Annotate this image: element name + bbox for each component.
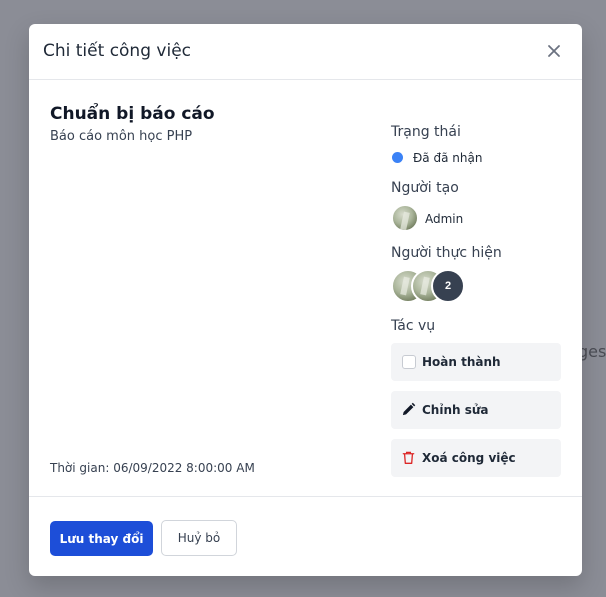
task-description: Báo cáo môn học PHP: [50, 129, 193, 144]
save-changes-button[interactable]: Lưu thay đổi: [50, 521, 153, 556]
complete-button[interactable]: Hoàn thành: [391, 343, 561, 381]
task-title: Chuẩn bị báo cáo: [50, 104, 215, 124]
actions-label: Tác vụ: [391, 318, 436, 334]
creator-avatar: [391, 204, 419, 232]
delete-task-button[interactable]: Xoá công việc: [391, 439, 561, 477]
pencil-icon: [402, 402, 416, 416]
creator-label: Người tạo: [391, 180, 459, 196]
complete-button-label: Hoàn thành: [422, 355, 501, 369]
background-partial-text: ges: [578, 342, 606, 361]
edit-button[interactable]: Chỉnh sửa: [391, 391, 561, 429]
assignees-label: Người thực hiện: [391, 245, 502, 261]
modal-footer: Lưu thay đổi Huỷ bỏ: [29, 496, 582, 576]
edit-button-label: Chỉnh sửa: [422, 403, 489, 417]
close-icon: [548, 45, 560, 57]
creator-name: Admin: [425, 212, 464, 226]
cancel-button[interactable]: Huỷ bỏ: [161, 520, 237, 556]
task-detail-modal: Chi tiết công việc Chuẩn bị báo cáo Báo …: [29, 24, 582, 576]
close-button[interactable]: [545, 42, 563, 60]
task-time: Thời gian: 06/09/2022 8:00:00 AM: [50, 461, 255, 475]
delete-task-button-label: Xoá công việc: [422, 451, 516, 465]
status-value: Đã đã nhận: [413, 151, 483, 165]
trash-icon: [402, 451, 415, 464]
modal-title: Chi tiết công việc: [43, 41, 191, 61]
assignees-count-badge[interactable]: 2: [431, 269, 465, 303]
modal-header: Chi tiết công việc: [29, 24, 582, 80]
status-dot-icon: [392, 152, 403, 163]
checkbox-icon[interactable]: [402, 355, 416, 369]
status-label: Trạng thái: [391, 124, 461, 140]
